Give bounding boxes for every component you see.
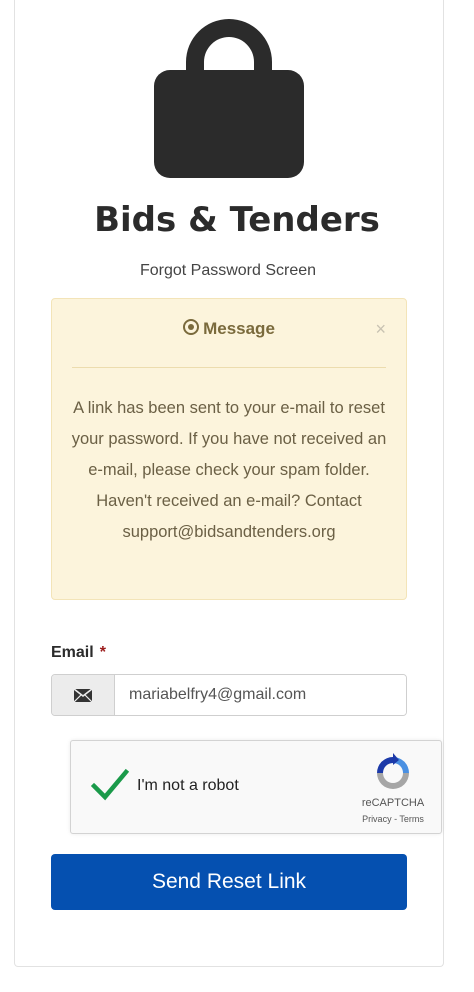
close-icon[interactable]: × — [375, 320, 386, 338]
page-subtitle: Forgot Password Screen — [139, 262, 317, 279]
recaptcha-links: Privacy - Terms — [341, 814, 445, 824]
alert-divider — [72, 367, 386, 368]
brand-title: Bids & Tenders — [94, 200, 380, 240]
recaptcha-widget: I'm not a robot reCAPTCHA Privacy - Term… — [70, 740, 442, 834]
recaptcha-label: I'm not a robot — [137, 777, 239, 794]
terms-link[interactable]: Terms — [399, 814, 424, 824]
lock-icon — [154, 19, 304, 178]
email-input-group — [51, 674, 407, 716]
checkmark-icon[interactable] — [91, 767, 129, 803]
message-alert: Message × A link has been sent to your e… — [51, 298, 407, 600]
envelope-icon — [74, 688, 92, 702]
email-field[interactable] — [115, 675, 406, 715]
alert-message: A link has been sent to your e-mail to r… — [71, 399, 387, 541]
target-circle-icon — [183, 319, 200, 335]
send-reset-link-button[interactable]: Send Reset Link — [51, 854, 407, 910]
recaptcha-brand: reCAPTCHA — [361, 797, 425, 809]
alert-title: Message — [203, 319, 275, 338]
forgot-password-page: Bids & Tenders Forgot Password Screen Me… — [0, 0, 474, 992]
email-addon — [52, 675, 115, 715]
privacy-link[interactable]: Privacy — [362, 814, 392, 824]
required-marker: * — [99, 644, 106, 661]
email-label-text: Email — [51, 644, 94, 661]
recaptcha-logo-icon — [377, 753, 409, 789]
alert-header: Message — [52, 319, 406, 339]
email-label: Email * — [51, 644, 106, 662]
